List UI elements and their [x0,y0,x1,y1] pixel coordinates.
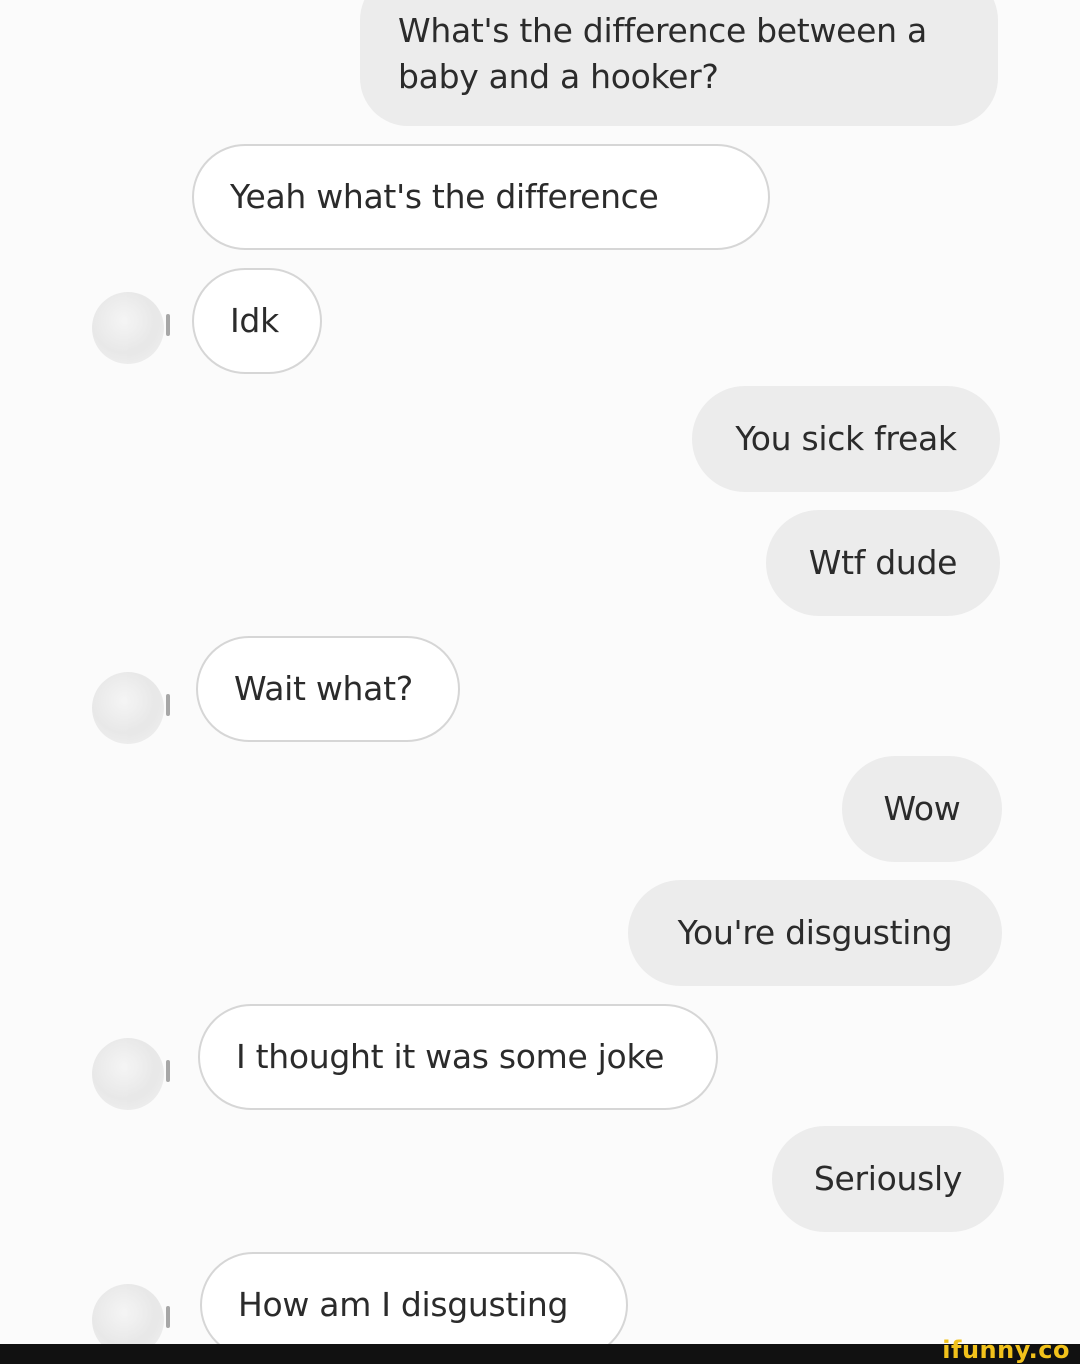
message-bubble-outgoing[interactable]: Seriously [772,1126,1004,1232]
message-text: Wow [883,789,961,828]
message-bubble-outgoing[interactable]: Wow [842,756,1002,862]
message-bubble-incoming[interactable]: I thought it was some joke [198,1004,718,1110]
contact-avatar[interactable] [92,672,170,744]
contact-avatar[interactable] [92,292,170,364]
message-bubble-incoming[interactable]: How am I disgusting [200,1252,628,1344]
contact-avatar[interactable] [92,1038,170,1110]
message-text: How am I disgusting [238,1285,569,1324]
watermark-bar [0,1344,1080,1364]
message-text: What's the difference between a baby and… [398,11,927,96]
message-bubble-outgoing[interactable]: You're disgusting [628,880,1002,986]
message-text: Yeah what's the difference [230,177,659,216]
message-bubble-incoming[interactable]: Wait what? [196,636,460,742]
message-text: Seriously [813,1159,963,1198]
contact-avatar[interactable] [92,1284,170,1344]
message-bubble-incoming[interactable]: Yeah what's the difference [192,144,770,250]
chat-thread: What's the difference between a baby and… [0,0,1080,1344]
message-text: You sick freak [735,419,957,458]
message-bubble-outgoing[interactable]: What's the difference between a baby and… [360,0,998,126]
message-bubble-outgoing[interactable]: You sick freak [692,386,1000,492]
message-text: Wait what? [234,669,413,708]
message-text: Idk [230,301,279,340]
message-text: Wtf dude [808,543,958,582]
message-bubble-outgoing[interactable]: Wtf dude [766,510,1000,616]
message-text: I thought it was some joke [236,1037,665,1076]
message-bubble-incoming[interactable]: Idk [192,268,322,374]
message-text: You're disgusting [677,913,953,952]
ifunny-watermark: ifunny.co [942,1336,1070,1364]
